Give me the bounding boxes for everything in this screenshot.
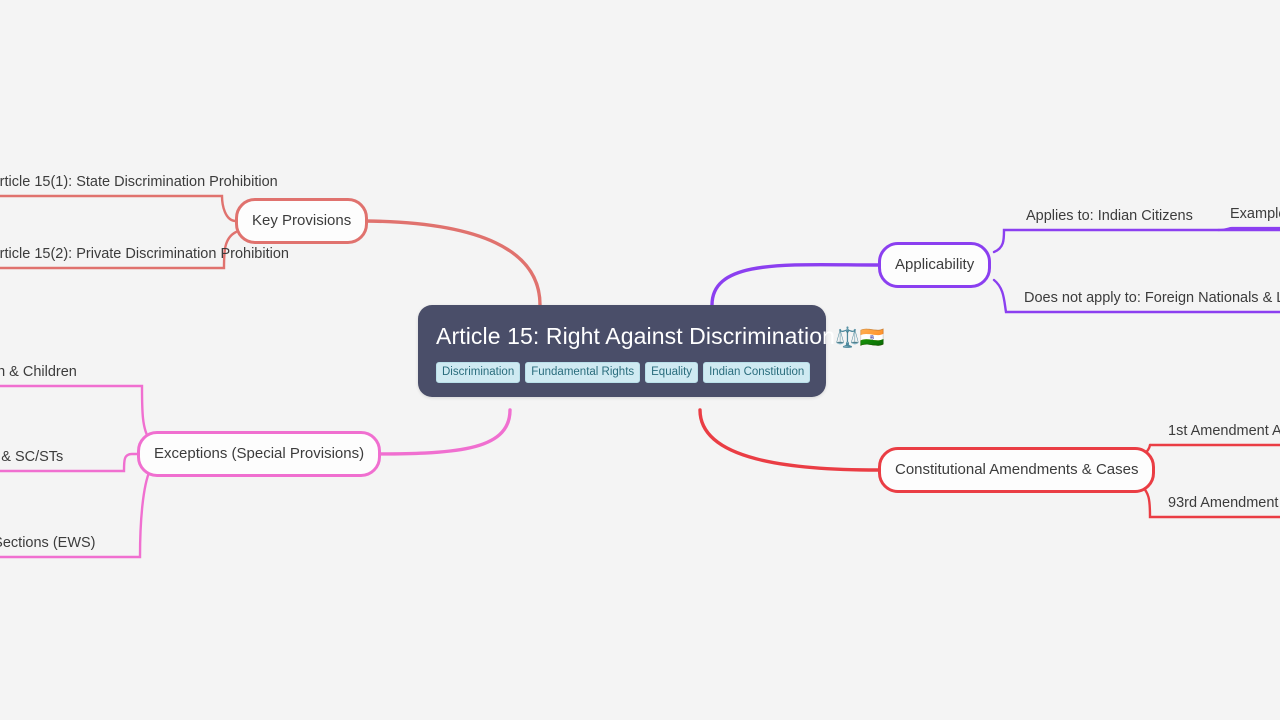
branch-node-exceptions[interactable]: Exceptions (Special Provisions)	[137, 431, 382, 477]
leaf-node-1st-amendment[interactable]: 1st Amendment Act	[1166, 422, 1280, 445]
connector-root-applicability	[710, 262, 880, 307]
tag-equality[interactable]: Equality	[645, 362, 699, 383]
leaf-node-article-15-2[interactable]: Article 15(2): Private Discrimination Pr…	[0, 245, 291, 268]
india-flag-icon: 🇮🇳	[859, 327, 885, 349]
branch-label-key-provisions: Key Provisions	[252, 212, 352, 229]
connector-root-key-provisions	[362, 219, 542, 307]
leaf-label-backward-classes: Socially & Educationally Backward Classe…	[0, 449, 64, 465]
leaf-node-backward-classes[interactable]: Socially & Educationally Backward Classe…	[0, 448, 65, 471]
connector-key-provisions-leaf-1	[0, 194, 238, 223]
leaf-label-article-15-1: Article 15(1): State Discrimination Proh…	[0, 174, 278, 190]
leaf-node-article-15-1[interactable]: Article 15(1): State Discrimination Proh…	[0, 173, 280, 196]
leaf-label-example: Example:	[1230, 206, 1280, 222]
connector-applies-to-example	[1216, 226, 1280, 232]
connector-root-exceptions	[364, 408, 512, 456]
leaf-label-article-15-2: Article 15(2): Private Discrimination Pr…	[0, 246, 289, 262]
tag-discrimination[interactable]: Discrimination	[436, 362, 521, 383]
connector-amendments-leaf-1	[1136, 443, 1280, 459]
connector-root-amendments	[698, 408, 880, 472]
leaf-label-applies-to: Applies to: Indian Citizens	[1026, 208, 1193, 224]
leaf-label-does-not-apply-to: Does not apply to: Foreign Nationals & L…	[1024, 290, 1280, 306]
branch-label-exceptions: Exceptions (Special Provisions)	[154, 445, 365, 462]
leaf-node-applies-to[interactable]: Applies to: Indian Citizens	[1024, 207, 1195, 230]
leaf-node-women-children[interactable]: Special Provisions for Women & Children	[0, 363, 79, 386]
connector-exceptions-leaf-1	[0, 384, 152, 442]
branch-node-amendments-cases[interactable]: Constitutional Amendments & Cases	[878, 447, 1156, 493]
leaf-label-ews: Economically Weaker Sections (EWS)	[0, 535, 96, 551]
leaf-node-ews[interactable]: Economically Weaker Sections (EWS)	[0, 534, 98, 557]
root-title: Article 15: Right Against Discrimination…	[436, 321, 885, 353]
tag-fundamental-rights[interactable]: Fundamental Rights	[525, 362, 641, 383]
leaf-node-does-not-apply-to[interactable]: Does not apply to: Foreign Nationals & L…	[1022, 289, 1280, 312]
branch-node-key-provisions[interactable]: Key Provisions	[235, 198, 369, 244]
tag-indian-constitution[interactable]: Indian Constitution	[703, 362, 811, 383]
mindmap-canvas: Article 15: Right Against Discrimination…	[0, 0, 1280, 720]
leaf-label-93rd-amendment: 93rd Amendment Act	[1168, 495, 1280, 511]
root-title-text: Article 15: Right Against Discrimination	[436, 323, 835, 349]
leaf-label-1st-amendment: 1st Amendment Act	[1168, 423, 1280, 439]
leaf-node-93rd-amendment[interactable]: 93rd Amendment Act	[1166, 494, 1280, 517]
scales-icon: ⚖️	[835, 327, 860, 349]
root-node[interactable]: Article 15: Right Against Discrimination…	[418, 305, 885, 397]
leaf-label-women-children: Special Provisions for Women & Children	[0, 364, 77, 380]
branch-label-amendments-cases: Constitutional Amendments & Cases	[895, 461, 1139, 478]
leaf-node-example[interactable]: Example:	[1228, 205, 1280, 228]
branch-label-applicability: Applicability	[895, 256, 975, 273]
root-tag-list: Discrimination Fundamental Rights Equali…	[436, 362, 811, 383]
branch-node-applicability[interactable]: Applicability	[878, 242, 992, 288]
connector-applicability-leaf-1	[992, 228, 1280, 254]
